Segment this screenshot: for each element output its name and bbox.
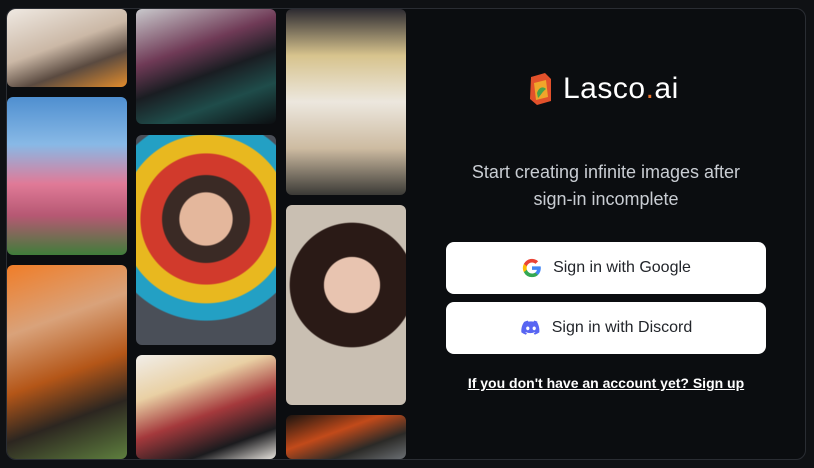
lasco-logo-icon	[530, 73, 551, 105]
gallery-image	[7, 265, 127, 459]
sign-in-google-label: Sign in with Google	[553, 259, 691, 276]
tagline-line: sign-in incomplete	[533, 189, 679, 209]
gallery-image	[7, 9, 127, 87]
sign-in-discord-button[interactable]: Sign in with Discord	[446, 302, 766, 354]
discord-icon	[520, 317, 542, 339]
sign-in-panel: Lasco.ai Start creating infinite images …	[407, 9, 805, 459]
gallery-image	[7, 97, 127, 255]
brand-name: Lasco.ai	[563, 72, 679, 105]
gallery-image	[136, 135, 276, 345]
gallery-image	[286, 415, 406, 459]
gallery-image	[286, 9, 406, 195]
gallery-image	[136, 9, 276, 124]
sign-in-dialog: Lasco.ai Start creating infinite images …	[6, 8, 806, 460]
gallery-image	[286, 205, 406, 405]
image-gallery	[7, 9, 407, 459]
sign-in-google-button[interactable]: Sign in with Google	[446, 242, 766, 294]
brand-logo: Lasco.ai	[527, 69, 679, 109]
tagline: Start creating infinite images after sig…	[407, 159, 805, 213]
tagline-line: Start creating infinite images after	[471, 162, 741, 182]
gallery-image	[136, 355, 276, 459]
google-icon	[521, 257, 543, 279]
sign-up-link[interactable]: If you don't have an account yet? Sign u…	[407, 375, 805, 391]
sign-in-discord-label: Sign in with Discord	[551, 319, 693, 336]
